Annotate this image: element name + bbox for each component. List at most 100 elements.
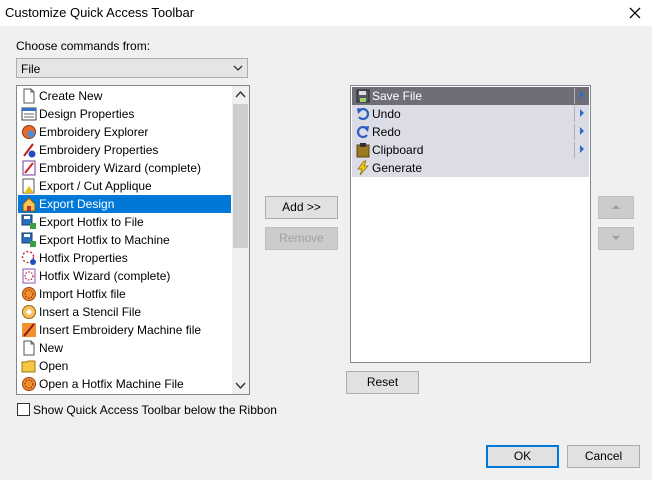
cancel-button[interactable]: Cancel (567, 445, 640, 468)
floppy-icon (21, 214, 37, 230)
command-item-label: Embroidery Explorer (39, 125, 149, 139)
qat-item[interactable]: Undo (352, 105, 589, 123)
command-item-label: Export / Cut Applique (39, 179, 152, 193)
command-item[interactable]: Export Design (18, 195, 231, 213)
command-item[interactable]: Insert Embroidery Machine file (18, 321, 231, 339)
stencil-icon (21, 304, 37, 320)
page-icon (21, 88, 37, 104)
command-item[interactable]: Export Hotfix to File (18, 213, 231, 231)
hotfix-wizard-icon (21, 268, 37, 284)
command-item-label: Embroidery Properties (39, 143, 159, 157)
command-item-label: Create New (39, 89, 103, 103)
command-item-label: Design Properties (39, 107, 135, 121)
lightning-icon (355, 160, 371, 176)
commands-source-value: File (21, 62, 41, 76)
command-item[interactable]: Import Hotfix file (18, 285, 231, 303)
command-item-label: Hotfix Wizard (complete) (39, 269, 171, 283)
command-item[interactable]: Insert a Stencil File (18, 303, 231, 321)
command-item-label: Export Hotfix to File (39, 215, 144, 229)
move-down-button[interactable] (598, 227, 634, 250)
command-item[interactable]: Embroidery Properties (18, 141, 231, 159)
submenu-arrow-icon[interactable] (580, 145, 584, 153)
scroll-down-button[interactable] (232, 377, 249, 394)
add-button[interactable]: Add >> (265, 196, 338, 219)
chevron-up-icon (235, 90, 246, 98)
command-item[interactable]: Open a Hotfix Machine File (18, 375, 231, 393)
submenu-arrow-icon[interactable] (580, 91, 584, 99)
commands-scrollbar[interactable] (232, 86, 249, 394)
submenu-separator (574, 88, 575, 104)
submenu-arrow-icon[interactable] (580, 109, 584, 117)
command-item-label: Export Design (39, 197, 115, 211)
submenu-separator (574, 142, 575, 158)
hotfix-properties-icon (21, 250, 37, 266)
qat-item-label: Generate (372, 161, 423, 175)
triangle-up-icon (612, 205, 620, 209)
commands-list[interactable]: Create New Design Properties Embroidery Ex… (16, 85, 250, 395)
qat-item-label: Undo (372, 107, 401, 121)
command-item[interactable]: New (18, 339, 231, 357)
command-item-label: Export Hotfix to Machine (39, 233, 170, 247)
command-item-label: Insert Embroidery Machine file (39, 323, 202, 337)
redo-icon (355, 124, 371, 140)
command-item[interactable]: Hotfix Wizard (complete) (18, 267, 231, 285)
qat-item-label: Clipboard (372, 143, 424, 157)
clipboard-icon (355, 142, 371, 158)
wizard-icon (21, 160, 37, 176)
needle-icon (21, 322, 37, 338)
scroll-thumb[interactable] (233, 104, 248, 248)
command-item[interactable]: Design Properties (18, 105, 231, 123)
command-item-label: New (39, 341, 64, 355)
floppy-icon (21, 232, 37, 248)
submenu-separator (574, 124, 575, 140)
applique-icon (21, 178, 37, 194)
remove-button[interactable]: Remove (265, 227, 338, 250)
commands-source-dropdown[interactable]: File (16, 58, 248, 78)
command-item[interactable]: Embroidery Wizard (complete) (18, 159, 231, 177)
show-below-ribbon-checkbox[interactable] (17, 403, 30, 416)
command-item[interactable]: Open (18, 357, 231, 375)
folder-icon (21, 358, 37, 374)
command-item-label: Hotfix Properties (39, 251, 128, 265)
command-item[interactable]: Create New (18, 87, 231, 105)
qat-item[interactable]: Clipboard (352, 141, 589, 159)
scroll-up-button[interactable] (232, 86, 249, 103)
qat-item[interactable]: Generate (352, 159, 589, 177)
export-design-icon (21, 196, 37, 212)
window-title: Customize Quick Access Toolbar (5, 5, 195, 20)
command-item-label: Import Hotfix file (39, 287, 126, 301)
submenu-separator (574, 106, 575, 122)
hotfix-icon (21, 286, 37, 302)
command-item-label: Insert a Stencil File (39, 305, 142, 319)
command-item[interactable]: Export Hotfix to Machine (18, 231, 231, 249)
embroidery-properties-icon (21, 142, 37, 158)
reset-button[interactable]: Reset (346, 371, 419, 394)
hotfix-icon (21, 376, 37, 392)
page-icon (21, 340, 37, 356)
qat-item[interactable]: Redo (352, 123, 589, 141)
qat-list[interactable]: Save File Undo Redo Clipboard Generate (350, 85, 591, 363)
undo-icon (355, 106, 371, 122)
triangle-down-icon (612, 236, 620, 240)
move-up-button[interactable] (598, 196, 634, 219)
command-item-label: Embroidery Wizard (complete) (39, 161, 202, 175)
close-icon (629, 7, 641, 19)
qat-item-label: Redo (372, 125, 401, 139)
command-item[interactable]: Hotfix Properties (18, 249, 231, 267)
embroidery-explorer-icon (21, 124, 37, 140)
command-item[interactable]: Export / Cut Applique (18, 177, 231, 195)
command-item[interactable]: Embroidery Explorer (18, 123, 231, 141)
ok-button[interactable]: OK (486, 445, 559, 468)
title-bar: Customize Quick Access Toolbar (0, 0, 652, 26)
command-item-label: Open (39, 359, 69, 373)
submenu-arrow-icon[interactable] (580, 127, 584, 135)
show-below-ribbon-label: Show Quick Access Toolbar below the Ribb… (33, 403, 277, 417)
qat-item-label: Save File (372, 89, 423, 103)
design-properties-icon (21, 106, 37, 122)
save-icon (355, 88, 371, 104)
close-button[interactable] (624, 2, 646, 24)
command-item-label: Open a Hotfix Machine File (39, 377, 184, 391)
qat-item[interactable]: Save File (352, 87, 589, 105)
chevron-down-icon (235, 382, 246, 390)
chevron-down-icon (233, 65, 243, 71)
